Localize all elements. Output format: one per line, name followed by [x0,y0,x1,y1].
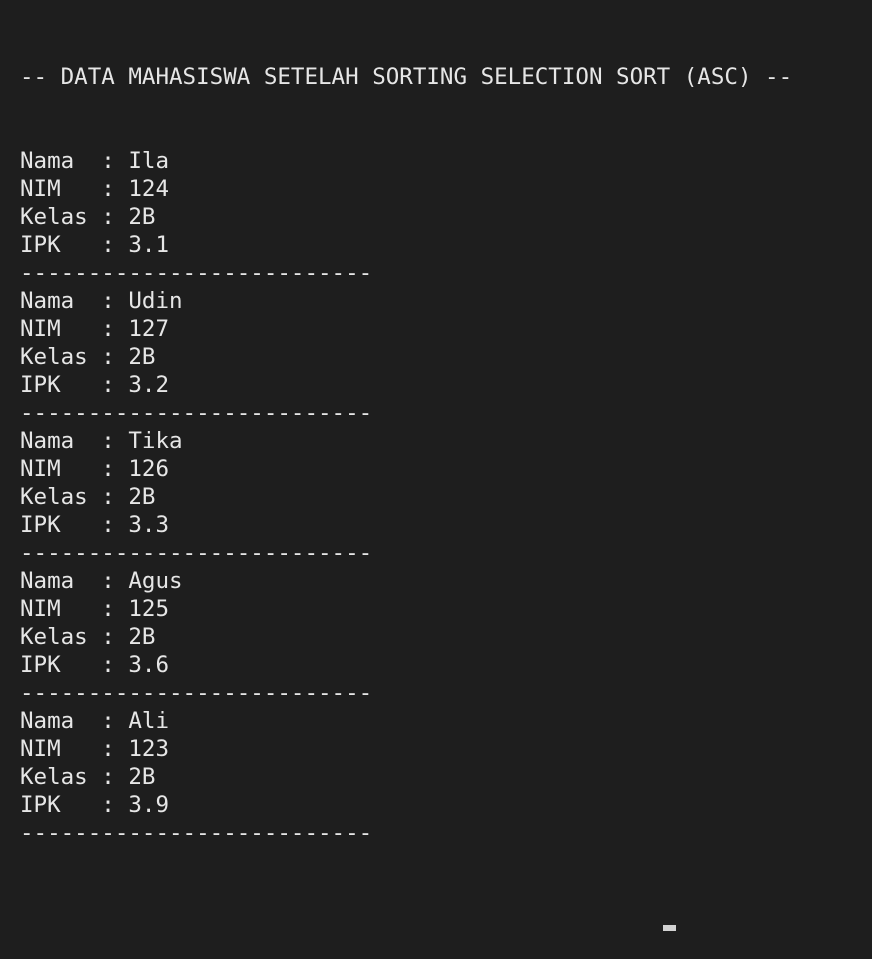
record-kelas-line: Kelas : 2B [20,623,872,651]
field-label-kelas: Kelas : [20,484,129,510]
record-block: Nama : Agus NIM : 125 Kelas : 2B IPK : 3.6-… [20,567,872,707]
record-kelas-line: Kelas : 2B [20,483,872,511]
field-value-ipk: 3.3 [128,512,170,538]
separator-line: -------------------------- [20,400,373,426]
record-block: Nama : Udin NIM : 127 Kelas : 2B IPK : 3.2-… [20,287,872,427]
record-kelas-line: Kelas : 2B [20,763,872,791]
record-nama-line: Nama : Udin [20,287,872,315]
record-block: Nama : Ali NIM : 123 Kelas : 2B IPK : 3.9 --… [20,707,872,847]
field-value-kelas: 2B [128,624,156,650]
record-nim-line: NIM : 124 [20,175,872,203]
field-value-nim: 125 [128,596,170,622]
field-value-nim: 127 [128,316,170,342]
separator-line: -------------------------- [20,820,373,846]
record-ipk-line: IPK : 3.3 [20,511,872,539]
field-value-nama: Ila [128,148,170,174]
output-header: -- DATA MAHASISWA SETELAH SORTING SELECT… [20,64,793,90]
field-label-ipk: IPK : [20,372,129,398]
field-value-nama: Tika [128,428,183,454]
record-ipk-line: IPK : 3.2 [20,371,872,399]
record-list: Nama : Ila NIM : 124 Kelas : 2B IPK : 3.1 --… [20,147,872,847]
record-nim-line: NIM : 125 [20,595,872,623]
record-nama-line: Nama : Ila [20,147,872,175]
record-block: Nama : Ila NIM : 124 Kelas : 2B IPK : 3.1 --… [20,147,872,287]
field-value-kelas: 2B [128,204,156,230]
field-label-nim: NIM : [20,456,129,482]
field-value-nim: 126 [128,456,170,482]
field-value-nama: Agus [128,568,183,594]
field-label-ipk: IPK : [20,232,129,258]
terminal-output: -- DATA MAHASISWA SETELAH SORTING SELECT… [20,7,872,931]
field-value-ipk: 3.2 [128,372,170,398]
record-nama-line: Nama : Ali [20,707,872,735]
field-label-ipk: IPK : [20,652,129,678]
field-label-nim: NIM : [20,176,129,202]
field-label-nim: NIM : [20,596,129,622]
record-nim-line: NIM : 126 [20,455,872,483]
separator-line: -------------------------- [20,260,373,286]
cursor-block [663,925,676,931]
field-value-ipk: 3.6 [128,652,170,678]
prompt-line[interactable] [20,903,872,931]
field-value-nama: Ali [128,708,170,734]
field-label-kelas: Kelas : [20,204,129,230]
field-value-ipk: 3.9 [128,792,170,818]
record-kelas-line: Kelas : 2B [20,203,872,231]
record-ipk-line: IPK : 3.1 [20,231,872,259]
field-label-ipk: IPK : [20,792,129,818]
field-value-kelas: 2B [128,764,156,790]
record-nim-line: NIM : 123 [20,735,872,763]
field-label-nama: Nama : [20,428,129,454]
field-value-kelas: 2B [128,344,156,370]
separator-line: -------------------------- [20,540,373,566]
field-label-nim: NIM : [20,316,129,342]
field-value-nama: Udin [128,288,183,314]
field-label-ipk: IPK : [20,512,129,538]
separator-line: -------------------------- [20,680,373,706]
field-label-kelas: Kelas : [20,624,129,650]
field-label-nama: Nama : [20,708,129,734]
record-nim-line: NIM : 127 [20,315,872,343]
field-value-ipk: 3.1 [128,232,170,258]
record-kelas-line: Kelas : 2B [20,343,872,371]
record-block: Nama : Tika NIM : 126 Kelas : 2B IPK : 3.3-… [20,427,872,567]
field-label-nama: Nama : [20,568,129,594]
record-nama-line: Nama : Tika [20,427,872,455]
field-value-kelas: 2B [128,484,156,510]
field-label-kelas: Kelas : [20,344,129,370]
field-label-kelas: Kelas : [20,764,129,790]
field-label-nama: Nama : [20,288,129,314]
record-ipk-line: IPK : 3.6 [20,651,872,679]
record-ipk-line: IPK : 3.9 [20,791,872,819]
field-label-nama: Nama : [20,148,129,174]
record-nama-line: Nama : Agus [20,567,872,595]
field-value-nim: 124 [128,176,170,202]
